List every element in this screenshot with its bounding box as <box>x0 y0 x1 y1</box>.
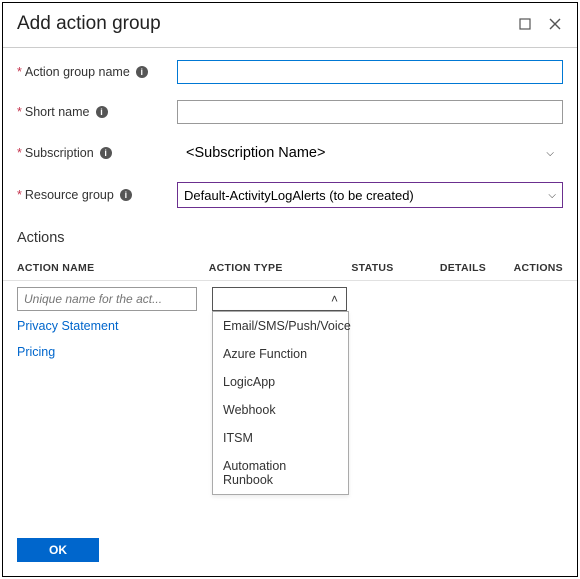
col-status: STATUS <box>351 256 440 280</box>
chevron-down-icon: ⌵ <box>546 148 554 159</box>
form-area: * Action group name i * Short name i * S… <box>3 60 577 208</box>
required-marker: * <box>17 105 22 119</box>
action-name-input[interactable] <box>17 287 197 311</box>
col-details: DETAILS <box>440 256 514 280</box>
label-action-group-name: * Action group name i <box>17 65 177 79</box>
action-group-name-input[interactable] <box>177 60 563 84</box>
close-icon[interactable] <box>547 16 563 32</box>
label-subscription: * Subscription i <box>17 146 177 160</box>
subscription-value: <Subscription Name> <box>186 145 325 161</box>
action-type-select[interactable]: ˄ Email/SMS/Push/Voice Azure Function Lo… <box>212 287 347 311</box>
chevron-down-icon: ⌵ <box>548 190 556 201</box>
short-name-input[interactable] <box>177 100 563 124</box>
actions-table-row: ˄ Email/SMS/Push/Voice Azure Function Lo… <box>3 281 577 311</box>
info-icon[interactable]: i <box>100 147 112 159</box>
dropdown-item[interactable]: Azure Function <box>213 340 348 368</box>
subscription-select[interactable]: <Subscription Name> ⌵ <box>177 140 563 166</box>
divider <box>3 47 577 48</box>
label-text: Subscription <box>25 146 94 160</box>
row-resource-group: * Resource group i Default-ActivityLogAl… <box>17 182 563 208</box>
row-action-group-name: * Action group name i <box>17 60 563 84</box>
dropdown-item[interactable]: ITSM <box>213 424 348 452</box>
action-type-dropdown: Email/SMS/Push/Voice Azure Function Logi… <box>212 311 349 495</box>
label-text: Action group name <box>25 65 130 79</box>
ok-button[interactable]: OK <box>17 538 99 562</box>
info-icon[interactable]: i <box>120 189 132 201</box>
dropdown-item[interactable]: LogicApp <box>213 368 348 396</box>
actions-table-header: ACTION NAME ACTION TYPE STATUS DETAILS A… <box>3 256 577 281</box>
required-marker: * <box>17 65 22 79</box>
col-actions: ACTIONS <box>514 256 563 280</box>
footer: OK <box>17 538 99 562</box>
label-resource-group: * Resource group i <box>17 188 177 202</box>
col-action-name: ACTION NAME <box>17 256 209 280</box>
col-action-type: ACTION TYPE <box>209 256 352 280</box>
label-short-name: * Short name i <box>17 105 177 119</box>
info-icon[interactable]: i <box>96 106 108 118</box>
resource-group-select[interactable]: Default-ActivityLogAlerts (to be created… <box>177 182 563 208</box>
dropdown-item[interactable]: Automation Runbook <box>213 452 348 494</box>
row-subscription: * Subscription i <Subscription Name> ⌵ <box>17 140 563 166</box>
maximize-icon[interactable] <box>517 16 533 32</box>
title-bar: Add action group <box>3 3 577 41</box>
required-marker: * <box>17 188 22 202</box>
chevron-up-icon: ˄ <box>331 293 338 305</box>
resource-group-value: Default-ActivityLogAlerts (to be created… <box>184 188 414 203</box>
dropdown-item[interactable]: Webhook <box>213 396 348 424</box>
dropdown-item[interactable]: Email/SMS/Push/Voice <box>213 312 348 340</box>
row-short-name: * Short name i <box>17 100 563 124</box>
label-text: Short name <box>25 105 90 119</box>
dialog-title: Add action group <box>17 13 503 35</box>
dialog-window: Add action group * Action group name i *… <box>2 2 578 577</box>
required-marker: * <box>17 146 22 160</box>
actions-section-title: Actions <box>3 224 577 256</box>
label-text: Resource group <box>25 188 114 202</box>
info-icon[interactable]: i <box>136 66 148 78</box>
